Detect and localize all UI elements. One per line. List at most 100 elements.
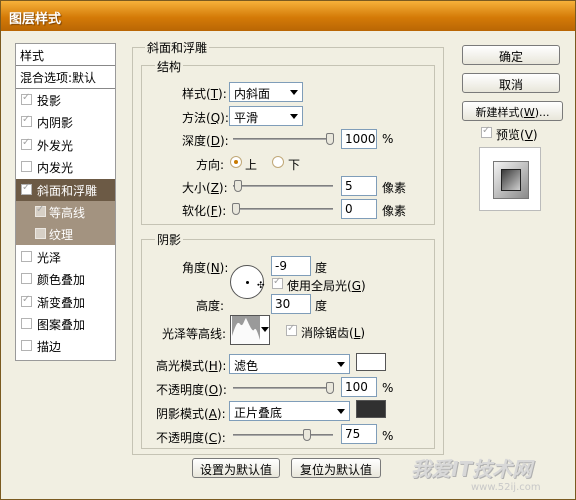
- anti-aliased-checkbox[interactable]: [286, 323, 297, 336]
- style-item[interactable]: 颜色叠加: [16, 268, 115, 290]
- direction-down-radio[interactable]: [272, 156, 284, 168]
- style-item-checkbox[interactable]: [21, 250, 32, 262]
- style-item[interactable]: 光泽: [16, 246, 115, 268]
- shadow-opacity-label: 不透明度(C):: [156, 431, 226, 445]
- style-item[interactable]: 内阴影: [16, 111, 115, 133]
- angle-dial[interactable]: ✣: [230, 265, 265, 299]
- preview-label: 预览(V): [496, 128, 538, 142]
- style-item-label: 等高线: [49, 206, 86, 220]
- altitude-input[interactable]: 30: [271, 294, 311, 314]
- ok-button[interactable]: 确定: [462, 45, 560, 65]
- style-item-checkbox[interactable]: [21, 340, 32, 352]
- use-global-light-checkbox[interactable]: [272, 276, 283, 289]
- soften-unit: 像素: [382, 204, 407, 218]
- highlight-opacity-unit: %: [382, 381, 394, 395]
- style-item-checkbox[interactable]: [21, 92, 32, 105]
- highlight-mode-value: 滤色: [234, 359, 259, 373]
- soften-slider[interactable]: [232, 203, 333, 215]
- angle-input[interactable]: -9: [271, 256, 311, 276]
- style-item-label: 斜面和浮雕: [37, 183, 98, 198]
- technique-select-value: 平滑: [234, 111, 259, 125]
- window-title: 图层样式: [9, 12, 62, 27]
- style-item-label: 投影: [37, 94, 62, 108]
- altitude-unit: 度: [315, 299, 328, 313]
- style-item-checkbox[interactable]: [21, 318, 32, 329]
- chevron-down-icon: [290, 114, 298, 119]
- shadow-opacity-input[interactable]: 75: [341, 424, 377, 444]
- direction-label: 方向:: [196, 158, 225, 172]
- title-bar[interactable]: 图层样式: [1, 1, 575, 31]
- style-item-label: 外发光: [37, 138, 74, 153]
- style-item-checkbox[interactable]: [21, 294, 32, 307]
- reset-default-button[interactable]: 复位为默认值: [291, 458, 381, 478]
- angle-unit: 度: [315, 261, 328, 275]
- direction-down-label: 下: [288, 158, 301, 172]
- size-unit: 像素: [382, 181, 407, 195]
- style-select[interactable]: 内斜面: [229, 82, 303, 102]
- style-item-checkbox[interactable]: [21, 137, 32, 150]
- contour-preview-icon: [232, 316, 260, 344]
- style-item[interactable]: 斜面和浮雕: [16, 178, 115, 201]
- style-item-checkbox[interactable]: [21, 161, 32, 173]
- shadow-mode-select[interactable]: 正片叠底: [229, 401, 350, 421]
- shadow-opacity-thumb[interactable]: [302, 429, 311, 441]
- highlight-opacity-input[interactable]: 100: [341, 377, 377, 397]
- watermark-url: www.52ij.com: [471, 482, 541, 493]
- size-input[interactable]: 5: [341, 176, 377, 196]
- soften-slider-thumb[interactable]: [232, 203, 240, 215]
- new-style-button[interactable]: 新建样式(W)...: [462, 101, 563, 121]
- chevron-down-icon: [261, 327, 269, 332]
- style-label: 样式(T):: [182, 87, 227, 101]
- size-slider-thumb[interactable]: [233, 180, 242, 192]
- highlight-opacity-slider[interactable]: [233, 382, 334, 394]
- depth-slider[interactable]: [233, 133, 334, 145]
- make-default-button[interactable]: 设置为默认值: [192, 458, 280, 478]
- technique-select[interactable]: 平滑: [229, 106, 303, 126]
- style-item[interactable]: 渐变叠加: [16, 291, 115, 313]
- highlight-color-swatch[interactable]: [356, 353, 386, 371]
- style-item-checkbox[interactable]: [35, 228, 46, 240]
- direction-up-radio[interactable]: [230, 156, 242, 168]
- soften-input[interactable]: 0: [341, 199, 377, 219]
- style-item[interactable]: 外发光: [16, 134, 115, 156]
- style-item[interactable]: 描边: [16, 335, 115, 357]
- highlight-opacity-label: 不透明度(O):: [156, 383, 227, 397]
- preview-checkbox[interactable]: [481, 125, 492, 138]
- depth-slider-thumb[interactable]: [326, 133, 334, 145]
- blending-options-item[interactable]: 混合选项:默认: [16, 66, 115, 89]
- layer-style-dialog: 图层样式 样式 混合选项:默认 投影内阴影外发光内发光斜面和浮雕等高线纹理光泽颜…: [0, 0, 576, 500]
- chevron-down-icon: [337, 409, 345, 414]
- gloss-contour-picker[interactable]: [230, 315, 270, 345]
- highlight-mode-select[interactable]: 滤色: [229, 354, 350, 374]
- technique-label: 方法(Q):: [182, 111, 229, 125]
- style-item-label: 渐变叠加: [37, 295, 86, 310]
- size-label: 大小(Z):: [182, 181, 228, 195]
- preview-square: [493, 161, 529, 199]
- style-item[interactable]: 等高线: [16, 201, 115, 223]
- style-item[interactable]: 投影: [16, 89, 115, 111]
- size-slider[interactable]: [233, 180, 333, 192]
- style-preview-thumbnail: [479, 147, 541, 211]
- use-global-light-label: 使用全局光(G): [287, 279, 366, 293]
- style-item-checkbox[interactable]: [21, 114, 32, 128]
- style-item-checkbox[interactable]: [35, 204, 46, 217]
- depth-input[interactable]: 1000: [341, 129, 377, 149]
- style-item[interactable]: 纹理: [16, 223, 115, 246]
- angle-label: 角度(N):: [182, 261, 229, 275]
- shadow-mode-label: 阴影模式(A):: [156, 407, 226, 421]
- angle-dial-center: [246, 281, 249, 284]
- style-item-label: 纹理: [49, 228, 74, 243]
- cancel-button[interactable]: 取消: [462, 73, 560, 93]
- style-item-label: 颜色叠加: [37, 273, 86, 288]
- preview-inner: [501, 169, 521, 191]
- style-item[interactable]: 内发光: [16, 156, 115, 178]
- styles-header[interactable]: 样式: [16, 44, 115, 66]
- style-item-checkbox[interactable]: [21, 182, 32, 195]
- highlight-opacity-thumb[interactable]: [326, 382, 334, 394]
- style-item-checkbox[interactable]: [21, 273, 32, 285]
- shadow-opacity-slider[interactable]: [233, 429, 333, 441]
- style-item[interactable]: 图案叠加: [16, 313, 115, 335]
- style-select-value: 内斜面: [234, 87, 271, 101]
- shadow-color-swatch[interactable]: [356, 400, 386, 418]
- shading-title: 阴影: [155, 231, 184, 248]
